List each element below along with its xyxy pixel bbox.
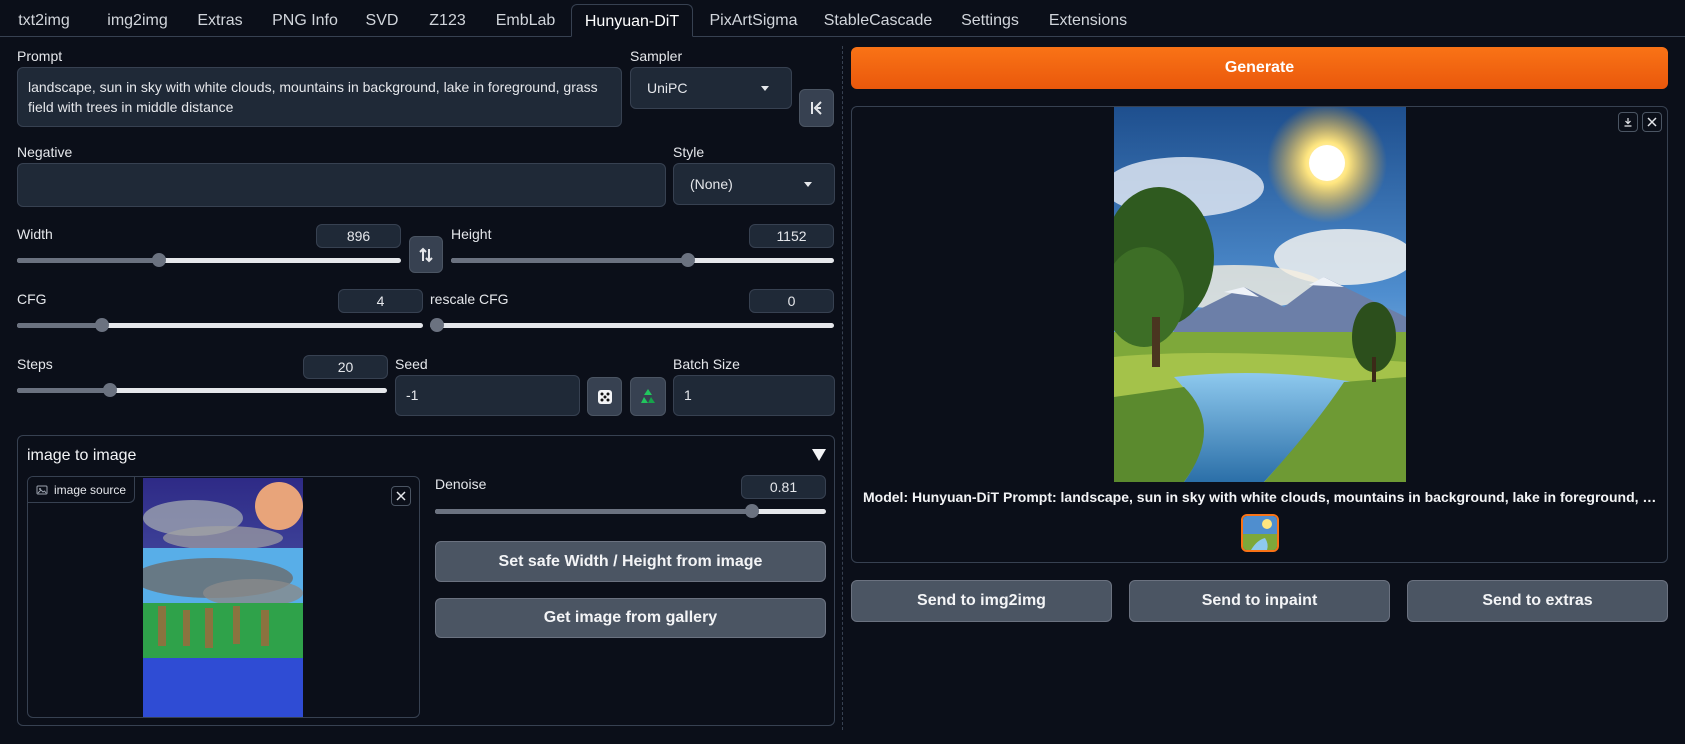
tab-txt2img[interactable]: txt2img [10,4,78,37]
image-source-label: image source [54,482,127,497]
img2img-title: image to image [27,447,137,464]
random-seed-button[interactable] [587,377,622,416]
download-icon [1624,118,1632,127]
sampler-value: UniPC [647,80,688,96]
tab-extras[interactable]: Extras [186,4,254,37]
send-to-inpaint-button[interactable]: Send to inpaint [1129,580,1390,622]
width-label: Width [17,226,53,242]
triangle-down-icon[interactable] [812,449,826,461]
style-select[interactable]: (None) [673,163,835,205]
image-source-dropzone[interactable]: image source [27,476,420,718]
width-number[interactable]: 896 [316,224,401,248]
tab-svd[interactable]: SVD [356,4,408,37]
generate-button[interactable]: Generate [851,47,1668,89]
tab-hunyuan-dit[interactable]: Hunyuan-DiT [571,4,693,37]
tab-img2img[interactable]: img2img [90,4,185,37]
chevron-down-icon [804,182,812,187]
swap-vertical-icon [419,247,433,262]
img2img-panel: image to image image source Denoise 0.81… [17,435,835,726]
denoise-number[interactable]: 0.81 [741,475,826,499]
output-caption: Model: Hunyuan-DiT Prompt: landscape, su… [863,489,1658,505]
thumbnail-image [1243,516,1277,550]
recycle-icon [641,388,655,403]
prompt-input[interactable]: landscape, sun in sky with white clouds,… [17,67,622,127]
set-safe-size-button[interactable]: Set safe Width / Height from image [435,541,826,582]
send-to-img2img-button[interactable]: Send to img2img [851,580,1112,622]
rescale-cfg-number[interactable]: 0 [749,289,834,313]
steps-number[interactable]: 20 [303,355,388,379]
style-value: (None) [690,176,733,192]
source-sketch-image [143,478,303,717]
tab-settings[interactable]: Settings [950,4,1030,37]
dice-icon [597,389,612,404]
rescale-cfg-slider[interactable] [430,318,834,332]
reuse-seed-button[interactable] [630,377,666,416]
send-to-extras-button[interactable]: Send to extras [1407,580,1668,622]
generated-image[interactable] [1114,107,1406,482]
get-image-from-gallery-button[interactable]: Get image from gallery [435,598,826,638]
tab-pixartsigma[interactable]: PixArtSigma [700,4,807,37]
slider-thumb[interactable] [430,318,444,332]
tab-extensions[interactable]: Extensions [1042,4,1134,37]
close-gallery-button[interactable] [1642,112,1662,132]
cfg-label: CFG [17,291,47,307]
close-icon [396,491,406,501]
slider-thumb[interactable] [95,318,110,332]
clear-image-button[interactable] [391,486,411,506]
rescale-cfg-label: rescale CFG [430,291,509,307]
steps-slider[interactable] [17,383,387,397]
download-button[interactable] [1618,112,1638,132]
chevron-down-icon [761,86,769,91]
negative-label: Negative [17,144,73,160]
height-number[interactable]: 1152 [749,224,834,248]
height-slider[interactable] [451,253,834,267]
denoise-label: Denoise [435,476,487,492]
batch-size-input[interactable]: 1 [673,375,835,416]
tab-z123[interactable]: Z123 [420,4,475,37]
prompt-label: Prompt [17,48,63,64]
style-label: Style [673,144,705,160]
seed-input[interactable]: -1 [395,375,580,416]
image-source-tab: image source [28,477,136,503]
height-label: Height [451,226,492,242]
slider-thumb[interactable] [152,253,167,267]
image-icon [36,485,48,494]
sampler-select[interactable]: UniPC [630,67,792,109]
seed-label: Seed [395,356,428,372]
tab-bar: txt2img img2img Extras PNG Info SVD Z123… [0,4,1685,37]
denoise-slider[interactable] [435,504,826,518]
cfg-number[interactable]: 4 [338,289,423,313]
close-icon [1647,117,1657,127]
chevrons-icon [810,101,822,115]
slider-thumb[interactable] [681,253,696,267]
column-divider [842,46,843,730]
tab-png-info[interactable]: PNG Info [265,4,345,37]
slider-thumb[interactable] [102,383,117,397]
sampler-label: Sampler [630,48,683,64]
expand-button[interactable] [799,89,834,127]
width-slider[interactable] [17,253,401,267]
negative-input[interactable] [17,163,666,207]
steps-label: Steps [17,356,53,372]
swap-dimensions-button[interactable] [409,236,443,273]
gallery-thumbnail[interactable] [1241,514,1279,552]
tab-stablecascade[interactable]: StableCascade [818,4,938,37]
cfg-slider[interactable] [17,318,423,332]
batch-size-label: Batch Size [673,356,740,372]
slider-thumb[interactable] [744,504,759,518]
tab-emblab[interactable]: EmbLab [487,4,564,37]
